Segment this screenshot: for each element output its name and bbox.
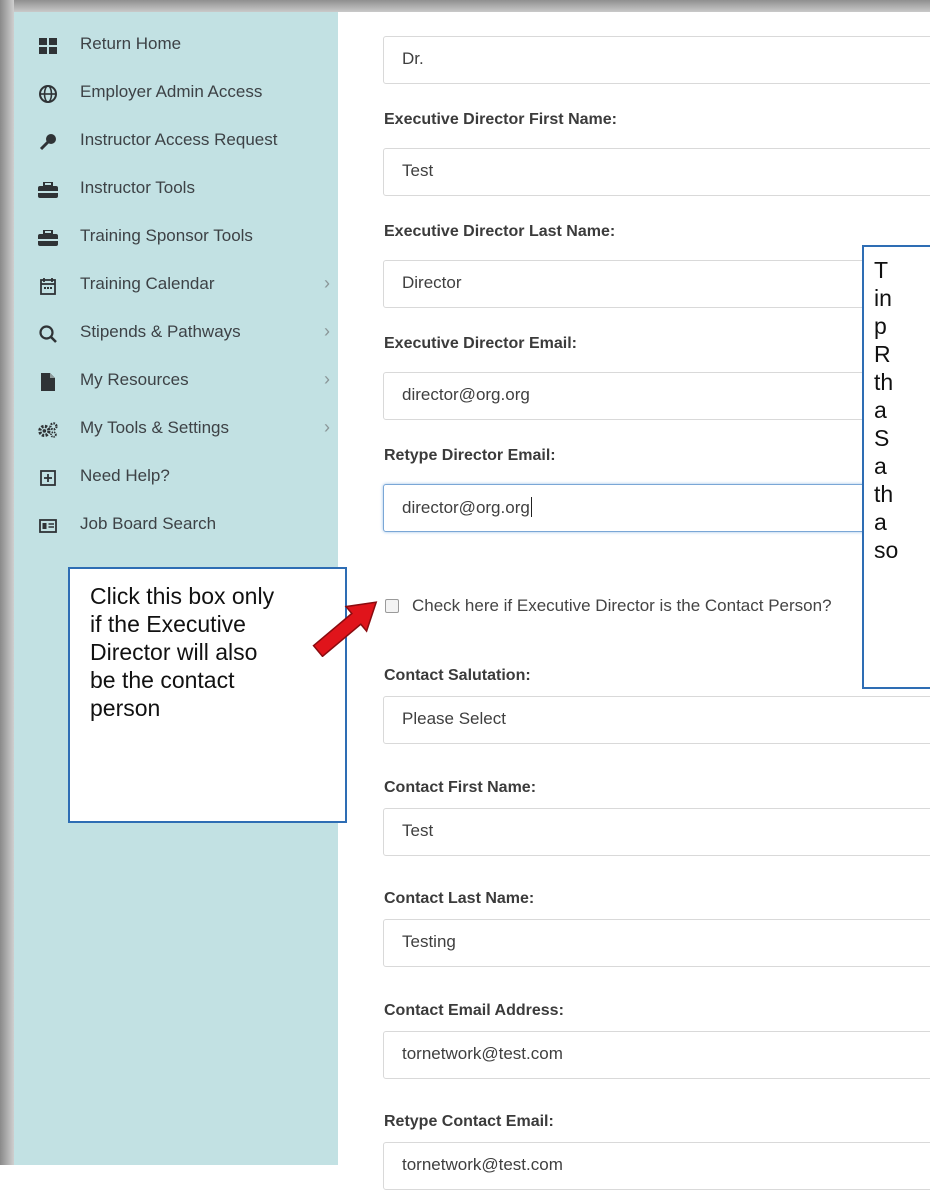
retype-director-email-value: director@org.org: [402, 498, 530, 517]
contact-last-name-value: Testing: [402, 932, 456, 951]
plus-square-icon: [38, 468, 58, 488]
exec-last-name-label: Executive Director Last Name:: [384, 223, 616, 240]
toolbox-icon: [38, 228, 58, 248]
exec-first-name-label: Executive Director First Name:: [384, 111, 617, 128]
instruction-callout-left: Click this box only if the Executive Dir…: [68, 567, 347, 823]
sidebar-item-job-board-search[interactable]: Job Board Search: [14, 502, 338, 550]
retype-contact-email-value: tornetwork@test.com: [402, 1155, 563, 1174]
toolbox-icon: [38, 180, 58, 200]
cogs-icon: [38, 420, 58, 440]
sidebar-item-label: Instructor Tools: [80, 178, 195, 197]
instruction-callout-right: T in p R th a S a th a so: [862, 245, 930, 689]
exec-last-name-value: Director: [402, 273, 462, 292]
exec-email-field[interactable]: director@org.org: [383, 372, 930, 420]
exec-first-name-field[interactable]: Test: [383, 148, 930, 196]
exec-last-name-field[interactable]: Director: [383, 260, 930, 308]
search-icon: [38, 324, 58, 344]
sidebar-item-label: Need Help?: [80, 466, 170, 485]
chevron-right-icon: ›: [324, 321, 330, 341]
salutation-value: Dr.: [402, 49, 424, 68]
sidebar-item-training-sponsor-tools[interactable]: Training Sponsor Tools: [14, 214, 338, 262]
sidebar-item-instructor-access-request[interactable]: Instructor Access Request: [14, 118, 338, 166]
calendar-icon: [38, 276, 58, 296]
chevron-right-icon: ›: [324, 273, 330, 293]
chevron-right-icon: ›: [324, 417, 330, 437]
exec-email-value: director@org.org: [402, 385, 530, 404]
exec-email-label: Executive Director Email:: [384, 335, 577, 352]
sidebar-item-my-tools-settings[interactable]: My Tools & Settings ›: [14, 406, 338, 454]
contact-email-field[interactable]: tornetwork@test.com: [383, 1031, 930, 1079]
contact-salutation-label: Contact Salutation:: [384, 667, 531, 684]
text-caret: [530, 497, 532, 517]
retype-contact-email-field[interactable]: tornetwork@test.com: [383, 1142, 930, 1190]
sidebar-item-label: Stipends & Pathways: [80, 322, 241, 341]
sidebar-item-label: Job Board Search: [80, 514, 217, 533]
sidebar-item-instructor-tools[interactable]: Instructor Tools: [14, 166, 338, 214]
contact-email-label: Contact Email Address:: [384, 1002, 564, 1019]
sidebar-item-need-help[interactable]: Need Help?: [14, 454, 338, 502]
sidebar-item-label: My Resources: [80, 370, 189, 389]
contact-first-name-value: Test: [402, 821, 434, 840]
contact-salutation-select[interactable]: Please Select: [383, 696, 930, 744]
chevron-right-icon: ›: [324, 369, 330, 389]
sidebar-item-label: Return Home: [80, 34, 182, 53]
exec-first-name-value: Test: [402, 161, 434, 180]
callout-right-text: T in p R th a S a th a so: [874, 257, 899, 563]
sidebar-item-label: Training Calendar: [80, 274, 215, 293]
sidebar-item-return-home[interactable]: Return Home: [14, 22, 338, 70]
callout-left-text: Click this box only if the Executive Dir…: [90, 583, 275, 721]
exec-is-contact-checkbox-label[interactable]: Check here if Executive Director is the …: [412, 596, 832, 616]
retype-contact-email-label: Retype Contact Email:: [384, 1113, 554, 1130]
retype-director-email-field[interactable]: director@org.org: [383, 484, 930, 532]
id-card-icon: [38, 516, 58, 536]
sidebar-item-label: Training Sponsor Tools: [80, 226, 253, 245]
key-icon: [38, 132, 58, 152]
grid-icon: [38, 36, 58, 56]
window-frame-left: [0, 0, 14, 1165]
window-frame-top: [0, 0, 930, 12]
globe-icon: [38, 84, 58, 104]
sidebar-item-my-resources[interactable]: My Resources ›: [14, 358, 338, 406]
contact-email-value: tornetwork@test.com: [402, 1044, 563, 1063]
contact-last-name-label: Contact Last Name:: [384, 890, 535, 907]
contact-first-name-field[interactable]: Test: [383, 808, 930, 856]
sidebar-item-training-calendar[interactable]: Training Calendar ›: [14, 262, 338, 310]
sidebar-item-label: Employer Admin Access: [80, 82, 263, 101]
contact-first-name-label: Contact First Name:: [384, 779, 537, 796]
contact-salutation-value: Please Select: [402, 709, 506, 728]
red-arrow-icon: [312, 601, 378, 657]
contact-last-name-field[interactable]: Testing: [383, 919, 930, 967]
sidebar-item-stipends-pathways[interactable]: Stipends & Pathways ›: [14, 310, 338, 358]
salutation-select[interactable]: Dr.: [383, 36, 930, 84]
file-icon: [38, 372, 58, 392]
sidebar-item-employer-admin-access[interactable]: Employer Admin Access: [14, 70, 338, 118]
sidebar-item-label: Instructor Access Request: [80, 130, 278, 149]
retype-director-email-label: Retype Director Email:: [384, 447, 556, 464]
sidebar-item-label: My Tools & Settings: [80, 418, 229, 437]
